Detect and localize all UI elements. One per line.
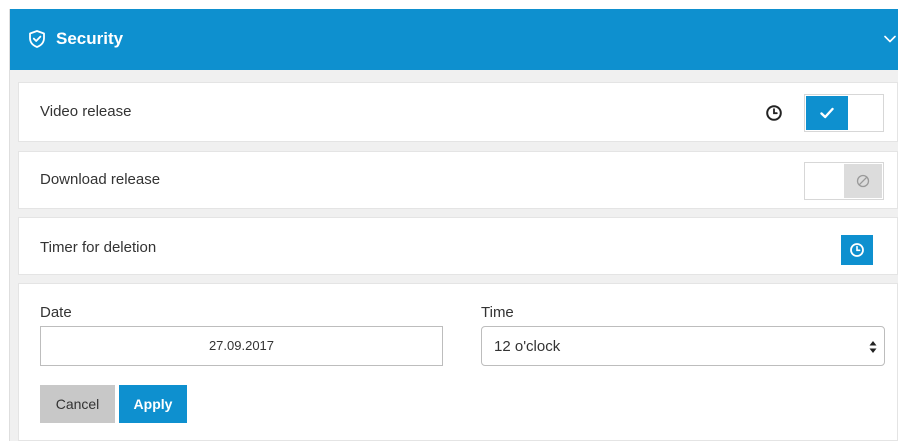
download-release-row: Download release bbox=[18, 151, 898, 209]
time-select[interactable]: 12 o'clock bbox=[481, 326, 885, 366]
time-label: Time bbox=[481, 304, 514, 321]
time-select-value: 12 o'clock bbox=[494, 338, 561, 355]
select-arrows-icon bbox=[869, 341, 877, 353]
date-input[interactable]: 27.09.2017 bbox=[40, 326, 443, 366]
date-label: Date bbox=[40, 304, 72, 321]
timer-deletion-label: Timer for deletion bbox=[40, 239, 157, 256]
cancel-button[interactable]: Cancel bbox=[40, 385, 115, 423]
checkmark-icon bbox=[820, 107, 834, 119]
shield-check-icon bbox=[29, 30, 45, 48]
video-release-row: Video release bbox=[18, 82, 898, 142]
video-release-label: Video release bbox=[40, 103, 132, 120]
download-release-label: Download release bbox=[40, 171, 161, 188]
toggle-off-knob bbox=[844, 164, 882, 198]
security-header[interactable]: Security bbox=[10, 9, 898, 70]
download-release-toggle[interactable] bbox=[804, 162, 884, 200]
timer-button[interactable] bbox=[841, 235, 873, 265]
video-release-toggle[interactable] bbox=[804, 94, 884, 132]
clock-icon bbox=[766, 105, 782, 121]
disabled-icon bbox=[856, 174, 870, 188]
clock-icon bbox=[850, 243, 864, 257]
chevron-down-icon[interactable] bbox=[883, 32, 897, 46]
apply-button[interactable]: Apply bbox=[119, 385, 187, 423]
security-panel: Security Video release Download release bbox=[9, 9, 898, 441]
timer-deletion-row: Timer for deletion bbox=[18, 217, 898, 275]
toggle-on-knob bbox=[806, 96, 848, 130]
panel-title: Security bbox=[56, 29, 124, 48]
deletion-timer-form: Date Time 27.09.2017 12 o'clock Cancel A… bbox=[18, 283, 898, 441]
